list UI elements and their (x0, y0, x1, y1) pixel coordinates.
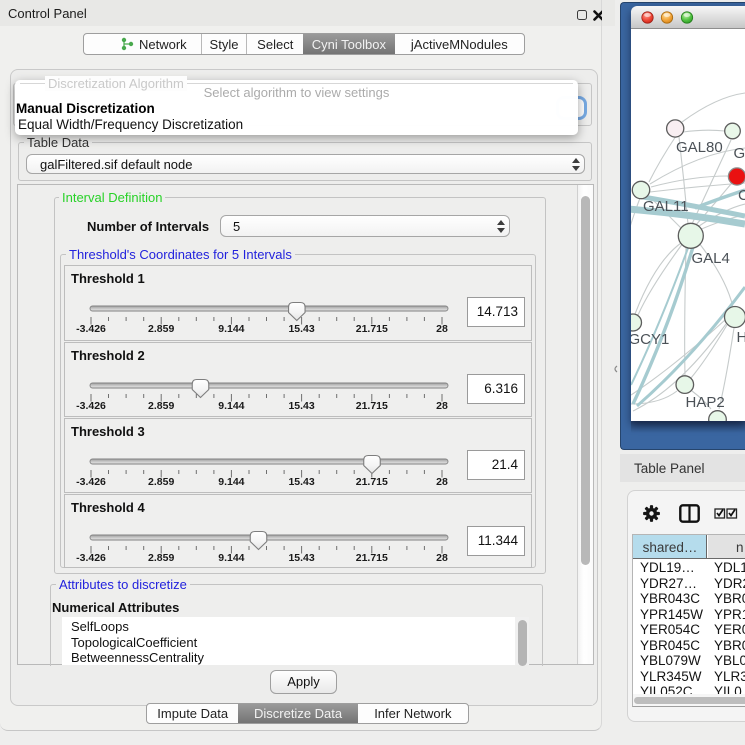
svg-text:-3.426: -3.426 (76, 400, 106, 412)
svg-text:-3.426: -3.426 (76, 476, 106, 488)
svg-text:H: H (737, 329, 745, 346)
svg-text:9.144: 9.144 (218, 323, 244, 335)
svg-text:GAL80: GAL80 (676, 139, 723, 156)
svg-text:21.715: 21.715 (356, 323, 388, 335)
svg-text:2.859: 2.859 (148, 476, 174, 488)
svg-text:28: 28 (436, 400, 448, 412)
svg-text:2.859: 2.859 (148, 400, 174, 412)
svg-text:-3.426: -3.426 (76, 323, 106, 335)
svg-text:21.715: 21.715 (356, 476, 388, 488)
svg-text:GAL4: GAL4 (692, 250, 730, 267)
svg-text:GAL11: GAL11 (643, 198, 689, 215)
svg-text:2.859: 2.859 (148, 552, 174, 564)
svg-text:GCY1: GCY1 (631, 331, 669, 348)
svg-text:2.859: 2.859 (148, 323, 174, 335)
svg-text:CY: CY (738, 187, 745, 204)
svg-text:-3.426: -3.426 (76, 552, 106, 564)
svg-text:9.144: 9.144 (218, 552, 244, 564)
svg-text:28: 28 (436, 323, 448, 335)
svg-text:21.715: 21.715 (356, 552, 388, 564)
svg-text:15.43: 15.43 (288, 476, 314, 488)
svg-text:15.43: 15.43 (288, 552, 314, 564)
svg-text:9.144: 9.144 (218, 476, 244, 488)
svg-text:15.43: 15.43 (288, 323, 314, 335)
svg-text:28: 28 (436, 476, 448, 488)
svg-text:21.715: 21.715 (356, 400, 388, 412)
svg-text:9.144: 9.144 (218, 400, 244, 412)
svg-text:GA: GA (734, 145, 745, 162)
svg-text:28: 28 (436, 552, 448, 564)
svg-text:15.43: 15.43 (288, 400, 314, 412)
svg-text:HAP2: HAP2 (686, 394, 725, 411)
